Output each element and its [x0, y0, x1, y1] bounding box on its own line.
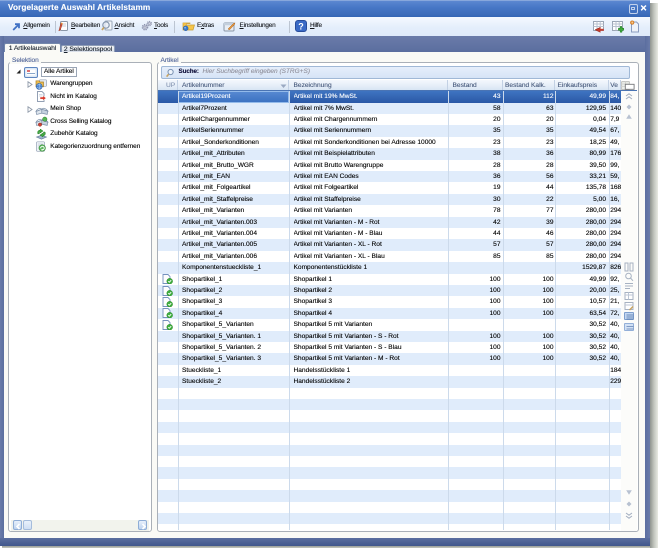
svg-text:+: + — [631, 21, 633, 25]
svg-text:?: ? — [298, 21, 304, 31]
